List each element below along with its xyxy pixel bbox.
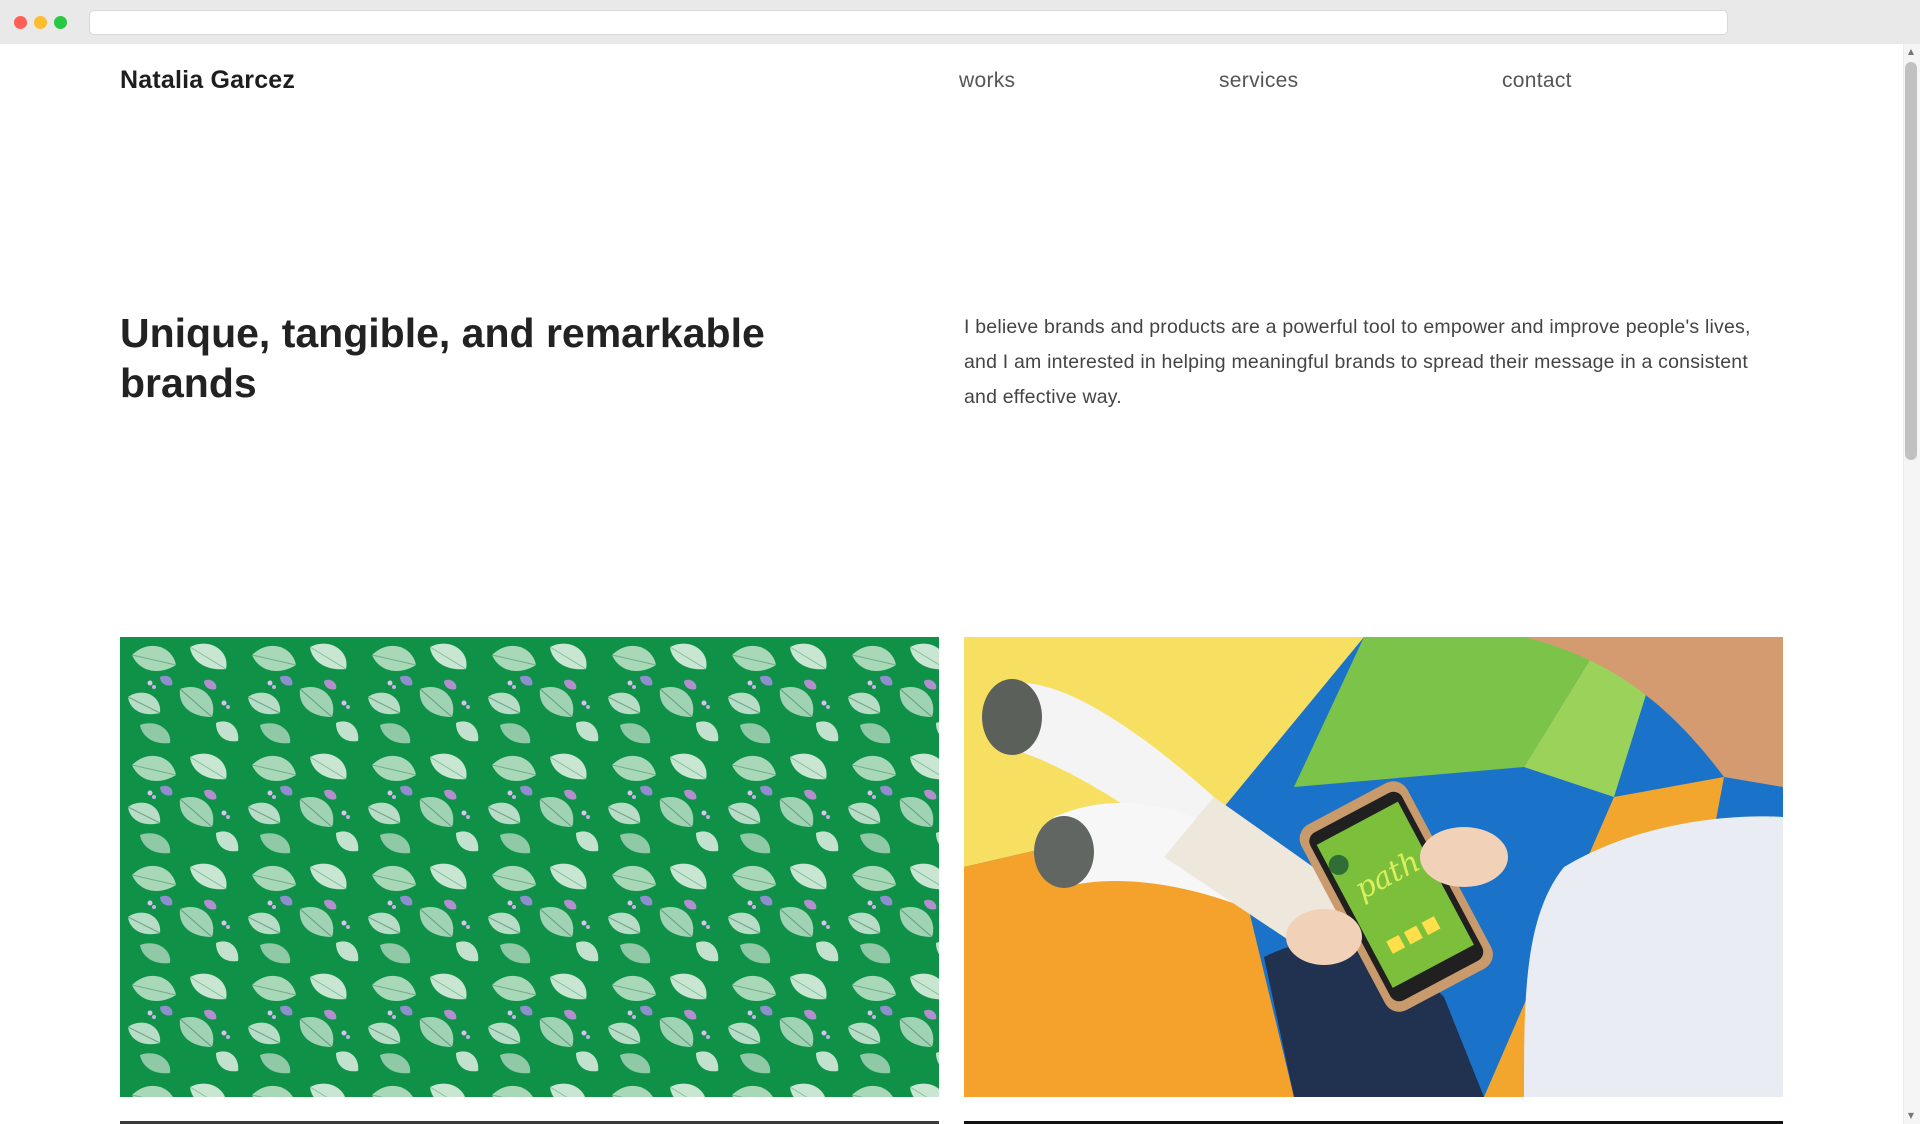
work-card-path-app[interactable]: path	[964, 637, 1783, 1097]
scroll-up-arrow-icon[interactable]: ▲	[1906, 47, 1916, 57]
page-viewport: Natalia Garcez works services contact Un…	[0, 44, 1920, 1124]
site-logo[interactable]: Natalia Garcez	[120, 66, 295, 95]
nav-services-link[interactable]: services	[1219, 69, 1298, 93]
leaf-pattern-image	[120, 637, 939, 1097]
nav-works-link[interactable]: works	[959, 69, 1015, 93]
browser-toolbar	[0, 0, 1920, 44]
hero-description: I believe brands and products are a powe…	[964, 316, 1751, 408]
scroll-down-arrow-icon[interactable]: ▼	[1906, 1111, 1916, 1121]
minimize-window-button[interactable]	[34, 16, 47, 29]
nav-contact-link[interactable]: contact	[1502, 69, 1572, 93]
maximize-window-button[interactable]	[54, 16, 67, 29]
work-card-leaf-pattern[interactable]	[120, 637, 939, 1097]
close-window-button[interactable]	[14, 16, 27, 29]
path-app-image: path	[964, 637, 1783, 1097]
hero-title: Unique, tangible, and remarkable brands	[120, 310, 765, 406]
address-bar[interactable]	[89, 10, 1728, 35]
scrollbar-thumb[interactable]	[1905, 62, 1917, 460]
